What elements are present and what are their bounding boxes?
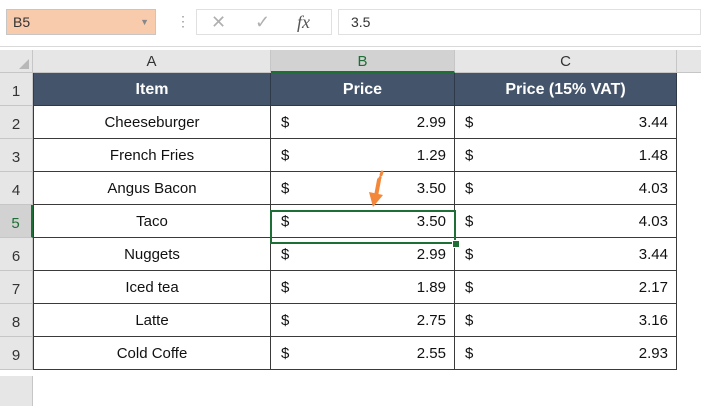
price-cell[interactable]: $1.29 bbox=[271, 139, 455, 172]
table-row[interactable]: French Fries bbox=[33, 139, 271, 172]
vat-cell[interactable]: $2.93 bbox=[455, 337, 677, 370]
currency-symbol: $ bbox=[465, 213, 474, 230]
vat-cell[interactable]: $1.48 bbox=[455, 139, 677, 172]
spreadsheet-grid: Item Price Price (15% VAT) Cheeseburger … bbox=[33, 73, 701, 403]
header-cell-vat[interactable]: Price (15% VAT) bbox=[455, 73, 677, 106]
column-header-d[interactable] bbox=[677, 50, 701, 73]
arrow-down-icon bbox=[369, 170, 384, 207]
header-cell-item[interactable]: Item bbox=[33, 73, 271, 106]
cancel-icon[interactable]: ✕ bbox=[211, 10, 226, 34]
select-all-corner[interactable] bbox=[0, 50, 33, 73]
vat-cell[interactable]: $4.03 bbox=[455, 205, 677, 238]
vat-value: 1.48 bbox=[638, 147, 668, 164]
currency-symbol: $ bbox=[281, 345, 290, 362]
price-value: 2.75 bbox=[416, 312, 446, 329]
currency-symbol: $ bbox=[465, 147, 474, 164]
currency-symbol: $ bbox=[281, 213, 290, 230]
price-value: 3.50 bbox=[416, 180, 446, 197]
table-row[interactable]: Angus Bacon bbox=[33, 172, 271, 205]
row-header-6[interactable]: 6 bbox=[0, 238, 33, 271]
table-row[interactable]: Cheeseburger bbox=[33, 106, 271, 139]
vat-value: 2.17 bbox=[638, 279, 668, 296]
vat-cell[interactable]: $3.44 bbox=[455, 106, 677, 139]
column-header-a[interactable]: A bbox=[33, 50, 271, 73]
vat-value: 3.44 bbox=[638, 114, 668, 131]
price-cell[interactable]: $3.50 bbox=[271, 172, 455, 205]
price-value: 2.99 bbox=[416, 114, 446, 131]
currency-symbol: $ bbox=[465, 114, 474, 131]
vat-value: 2.93 bbox=[638, 345, 668, 362]
table-row[interactable]: Nuggets bbox=[33, 238, 271, 271]
fill-handle[interactable] bbox=[452, 240, 460, 248]
currency-symbol: $ bbox=[465, 246, 474, 263]
table-row[interactable]: Taco bbox=[33, 205, 271, 238]
column-headers: A B C bbox=[0, 50, 701, 73]
row-header-2[interactable]: 2 bbox=[0, 106, 33, 139]
formula-buttons: ✕ ✓ fx bbox=[196, 9, 332, 35]
currency-symbol: $ bbox=[281, 312, 290, 329]
header-cell-price[interactable]: Price bbox=[271, 73, 455, 106]
vat-value: 3.16 bbox=[638, 312, 668, 329]
currency-symbol: $ bbox=[281, 147, 290, 164]
price-cell[interactable]: $2.99 bbox=[271, 106, 455, 139]
row-header-3[interactable]: 3 bbox=[0, 139, 33, 172]
currency-symbol: $ bbox=[281, 180, 290, 197]
vat-cell[interactable]: $3.16 bbox=[455, 304, 677, 337]
row-header-5[interactable]: 5 bbox=[0, 205, 33, 238]
price-cell[interactable]: $2.75 bbox=[271, 304, 455, 337]
formula-bar: B5 ▼ ⋮ ✕ ✓ fx 3.5 bbox=[0, 0, 701, 47]
price-cell[interactable]: $2.55 bbox=[271, 337, 455, 370]
function-icon[interactable]: fx bbox=[297, 10, 310, 34]
currency-symbol: $ bbox=[465, 279, 474, 296]
vat-value: 3.44 bbox=[638, 246, 668, 263]
drag-handle-icon[interactable]: ⋮ bbox=[176, 12, 190, 30]
row-header-1[interactable]: 1 bbox=[0, 73, 33, 106]
vat-cell[interactable]: $3.44 bbox=[455, 238, 677, 271]
currency-symbol: $ bbox=[281, 279, 290, 296]
vat-cell[interactable]: $4.03 bbox=[455, 172, 677, 205]
table-row[interactable]: Cold Coffe bbox=[33, 337, 271, 370]
price-value: 2.99 bbox=[416, 246, 446, 263]
chevron-down-icon[interactable]: ▼ bbox=[140, 10, 149, 34]
price-cell[interactable]: $1.89 bbox=[271, 271, 455, 304]
name-box-value: B5 bbox=[13, 14, 31, 30]
row-header-8[interactable]: 8 bbox=[0, 304, 33, 337]
price-cell-selected[interactable]: $3.50 bbox=[271, 205, 455, 238]
currency-symbol: $ bbox=[281, 246, 290, 263]
column-header-c[interactable]: C bbox=[455, 50, 677, 73]
currency-symbol: $ bbox=[465, 345, 474, 362]
currency-symbol: $ bbox=[465, 312, 474, 329]
vat-value: 4.03 bbox=[638, 180, 668, 197]
price-cell[interactable]: $2.99 bbox=[271, 238, 455, 271]
column-header-b[interactable]: B bbox=[271, 50, 455, 73]
currency-symbol: $ bbox=[465, 180, 474, 197]
vat-value: 4.03 bbox=[638, 213, 668, 230]
name-box[interactable]: B5 ▼ bbox=[6, 9, 156, 35]
price-value: 1.29 bbox=[416, 147, 446, 164]
confirm-icon[interactable]: ✓ bbox=[255, 10, 270, 34]
currency-symbol: $ bbox=[281, 114, 290, 131]
row-header-4[interactable]: 4 bbox=[0, 172, 33, 205]
table-row[interactable]: Iced tea bbox=[33, 271, 271, 304]
formula-input[interactable]: 3.5 bbox=[338, 9, 701, 35]
price-value: 1.89 bbox=[416, 279, 446, 296]
table-row[interactable]: Latte bbox=[33, 304, 271, 337]
price-value: 3.50 bbox=[416, 213, 446, 230]
row-header-9[interactable]: 9 bbox=[0, 337, 33, 370]
vat-cell[interactable]: $2.17 bbox=[455, 271, 677, 304]
price-value: 2.55 bbox=[416, 345, 446, 362]
row-header-7[interactable]: 7 bbox=[0, 271, 33, 304]
